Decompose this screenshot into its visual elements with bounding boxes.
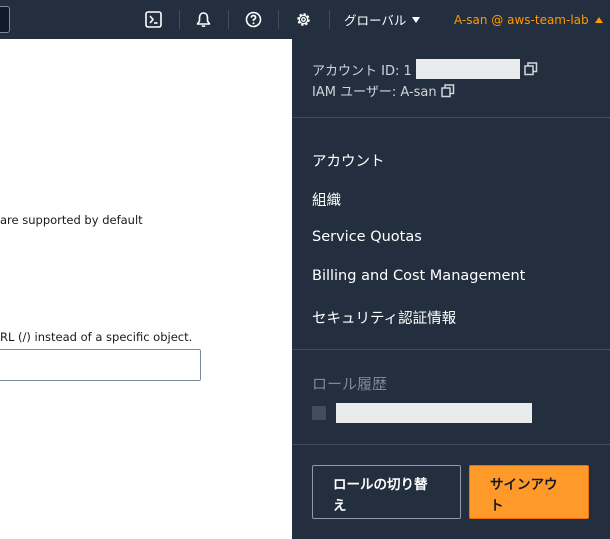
background-text-input[interactable]: [0, 349, 201, 381]
nav-separator: [329, 10, 330, 29]
sign-out-button[interactable]: サインアウ ト: [469, 465, 589, 519]
caret-up-icon: [594, 16, 603, 23]
background-help-text: RL (/) instead of a specific object.: [0, 330, 193, 344]
role-history-item[interactable]: [312, 403, 532, 423]
menu-item-service-quotas[interactable]: Service Quotas: [312, 229, 422, 245]
menu-item-account[interactable]: アカウント: [312, 150, 385, 171]
switch-role-button[interactable]: ロールの切り替 え: [312, 465, 461, 519]
gear-icon: [296, 13, 310, 26]
cloudshell-button[interactable]: [142, 0, 164, 39]
iam-user-label: IAM ユーザー: A-san: [312, 85, 437, 100]
role-history-title: ロール履歴: [312, 375, 388, 393]
switch-role-label: ロールの切り替: [333, 476, 428, 492]
top-navigation-bar: グローバル A-san @ aws-team-lab: [0, 0, 610, 39]
settings-button[interactable]: [292, 0, 314, 39]
copy-icon: [440, 83, 454, 97]
copy-account-id-button[interactable]: [524, 62, 538, 76]
account-label: A-san @ aws-team-lab: [454, 12, 589, 27]
account-dropdown-panel: アカウント ID: 1 IAM ユーザー: A-san アカウント 組織 Ser…: [292, 39, 610, 539]
background-help-text: are supported by default: [0, 213, 143, 227]
nav-separator: [179, 10, 180, 29]
account-menu-button[interactable]: A-san @ aws-team-lab: [454, 0, 603, 39]
search-input[interactable]: [0, 6, 10, 33]
panel-divider: [292, 117, 610, 118]
panel-divider: [292, 349, 610, 350]
sign-out-label: サインアウ: [490, 476, 558, 492]
switch-role-label-wrap: え: [333, 497, 347, 513]
help-button[interactable]: [242, 0, 264, 39]
nav-separator: [278, 10, 279, 29]
menu-item-organization[interactable]: 組織: [312, 189, 341, 210]
role-color-swatch: [312, 406, 326, 420]
redacted-role-name: [336, 403, 532, 423]
sign-out-label-wrap: ト: [490, 497, 504, 513]
menu-item-security-credentials[interactable]: セキュリティ認証情報: [312, 307, 456, 328]
notifications-button[interactable]: [192, 0, 214, 39]
iam-user-row: IAM ユーザー: A-san: [312, 81, 455, 100]
region-label: グローバル: [344, 13, 407, 28]
panel-divider: [292, 444, 610, 445]
bell-icon: [196, 12, 210, 28]
menu-item-billing[interactable]: Billing and Cost Management: [312, 268, 525, 284]
copy-icon: [524, 62, 538, 76]
question-circle-icon: [245, 11, 261, 28]
region-selector[interactable]: グローバル: [344, 0, 421, 39]
caret-down-icon: [412, 16, 421, 23]
account-id-label: アカウント ID: 1: [312, 63, 412, 79]
nav-separator: [228, 10, 229, 29]
account-id-row: アカウント ID: 1: [312, 59, 538, 79]
copy-iam-user-button[interactable]: [440, 83, 455, 98]
redacted-account-id: [415, 59, 520, 79]
terminal-icon: [144, 11, 162, 28]
